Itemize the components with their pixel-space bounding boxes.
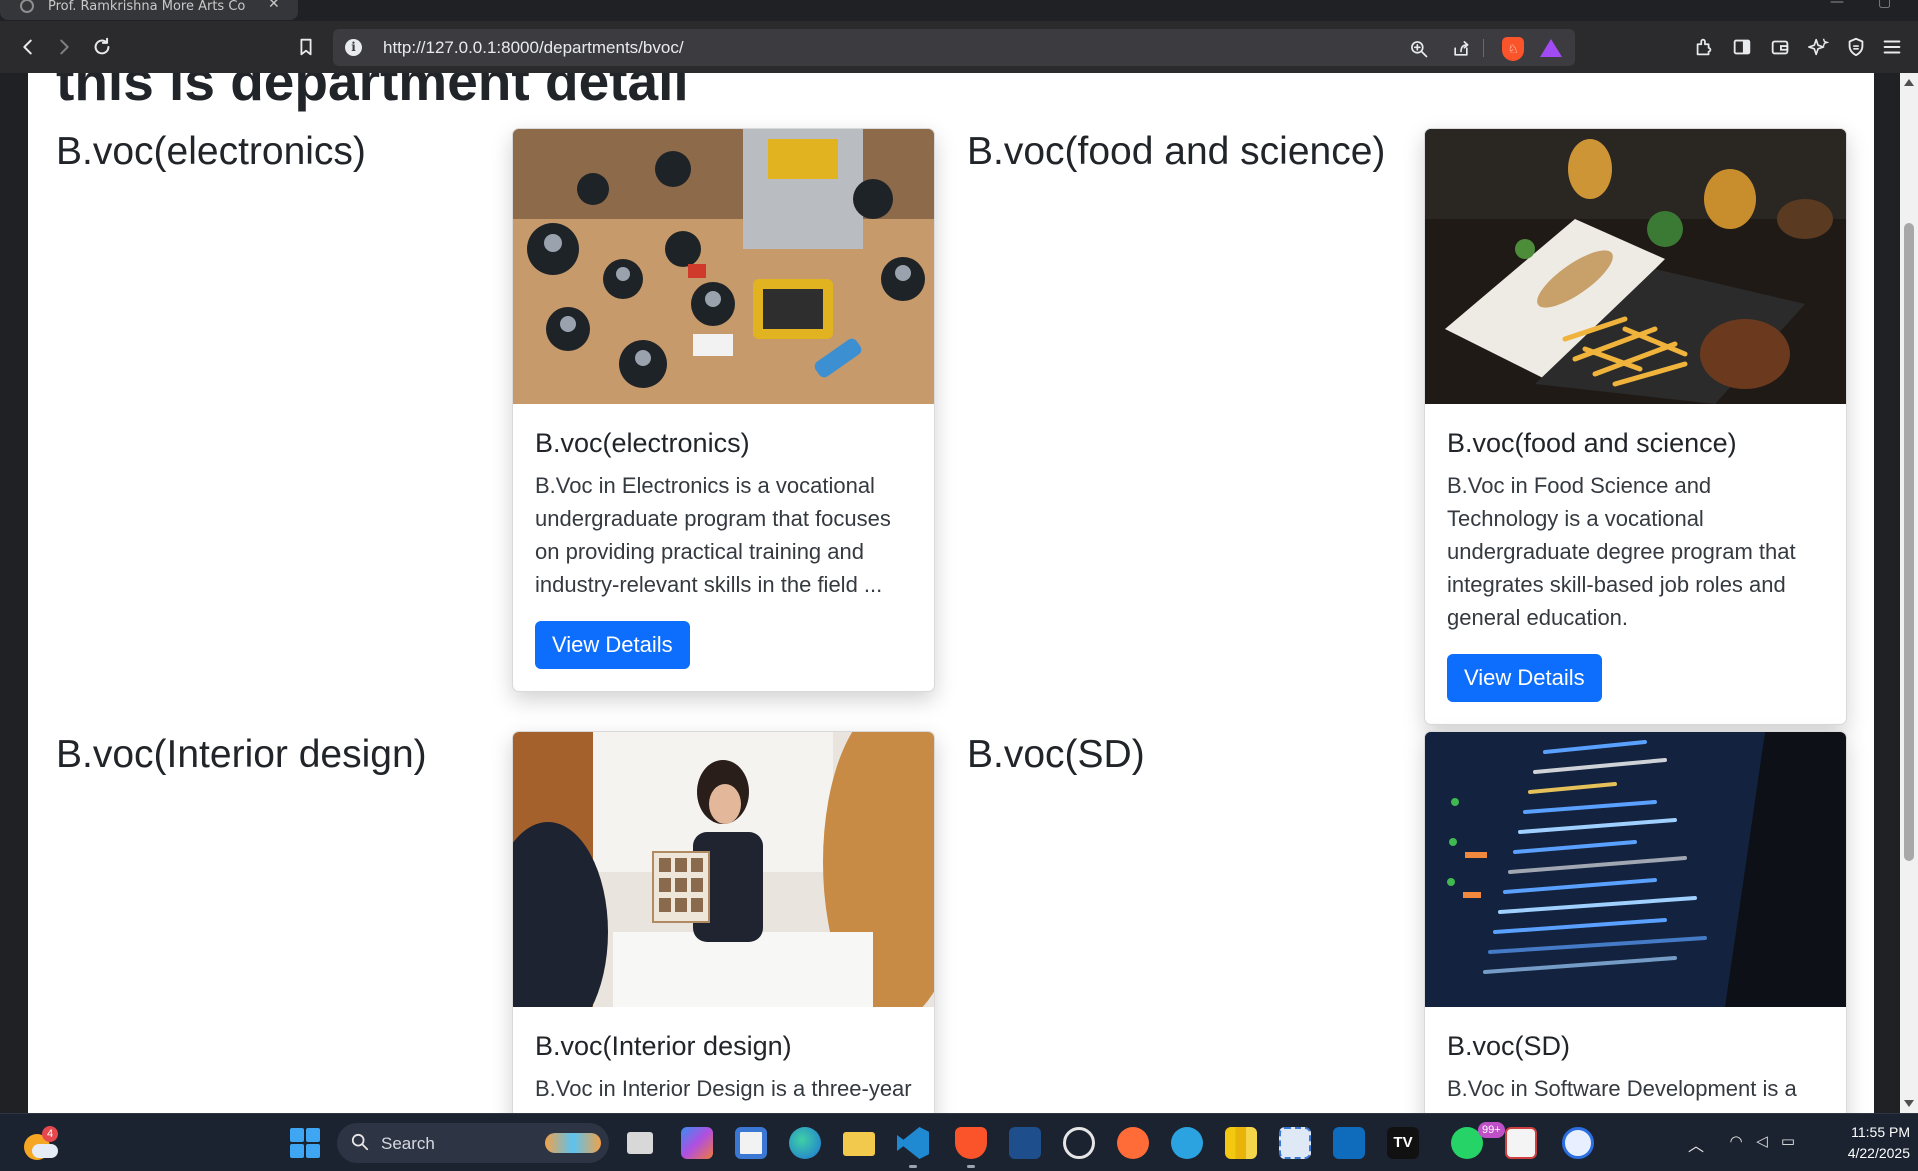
address-bar[interactable]: i http://127.0.0.1:8000/departments/bvoc…	[333, 29, 1575, 66]
minimize-icon[interactable]: —	[1830, 0, 1844, 10]
taskbar-search[interactable]: Search	[337, 1123, 609, 1163]
windows-taskbar: 4 Search TV 99+ ︿ ◠ ◁ ▭ 11:55 PM 4/22/20…	[0, 1113, 1918, 1171]
weather-cloud-icon	[32, 1144, 58, 1158]
brave-icon[interactable]	[955, 1127, 987, 1159]
brave-rewards-icon[interactable]	[1540, 39, 1562, 57]
tab-title: Prof. Ramkrishna More Arts Co	[48, 0, 246, 14]
scroll-down-icon[interactable]	[1904, 1100, 1914, 1107]
forward-icon[interactable]	[50, 33, 78, 61]
weather-widget[interactable]: 4	[24, 1126, 58, 1160]
clock-time: 11:55 PM	[1851, 1124, 1910, 1140]
page-title: this is department detail	[56, 73, 689, 112]
vpn-shield-icon[interactable]	[1842, 33, 1870, 61]
share-icon[interactable]	[1449, 37, 1473, 61]
tradingview-icon[interactable]: TV	[1387, 1127, 1419, 1159]
department-card-sd: B.voc(SD) B.Voc in Software Development …	[1424, 731, 1847, 1113]
microsoft-store-icon[interactable]	[735, 1127, 767, 1159]
volume-icon[interactable]: ◁	[1752, 1132, 1772, 1152]
task-view-icon[interactable]	[627, 1132, 653, 1154]
department-name-electronics: B.voc(electronics)	[56, 130, 366, 173]
zoom-icon[interactable]	[1407, 37, 1431, 61]
page-scrollbar[interactable]	[1900, 73, 1918, 1113]
menu-icon[interactable]	[1878, 33, 1906, 61]
search-highlight-icon	[545, 1133, 601, 1153]
department-card-electronics: B.voc(electronics) B.Voc in Electronics …	[512, 128, 935, 692]
extensions-icon[interactable]	[1690, 33, 1718, 61]
bookmark-icon[interactable]	[292, 33, 320, 61]
app-installer-icon[interactable]	[1505, 1127, 1537, 1159]
sidebar-icon[interactable]	[1728, 33, 1756, 61]
wifi-icon[interactable]: ◠	[1726, 1132, 1746, 1152]
view-details-button[interactable]: View Details	[535, 621, 690, 669]
edge-icon[interactable]	[789, 1127, 821, 1159]
postman-icon[interactable]	[1117, 1127, 1149, 1159]
card-description: B.Voc in Electronics is a vocational und…	[535, 473, 891, 597]
department-name-food-science: B.voc(food and science)	[967, 130, 1386, 173]
department-name-sd: B.voc(SD)	[967, 733, 1145, 776]
card-title: B.voc(electronics)	[535, 428, 750, 458]
tab-close-icon[interactable]: ✕	[268, 0, 280, 12]
scroll-up-icon[interactable]	[1904, 79, 1914, 86]
wallet-icon[interactable]	[1766, 33, 1794, 61]
card-title: B.voc(food and science)	[1447, 428, 1737, 458]
back-icon[interactable]	[14, 33, 42, 61]
vscode-running-indicator	[909, 1165, 917, 1168]
leo-ai-icon[interactable]	[1804, 33, 1832, 61]
start-button[interactable]	[290, 1128, 320, 1158]
reload-icon[interactable]	[88, 33, 116, 61]
scroll-thumb[interactable]	[1904, 223, 1914, 861]
department-card-food-science: B.voc(food and science) B.Voc in Food Sc…	[1424, 128, 1847, 725]
url-text[interactable]: http://127.0.0.1:8000/departments/bvoc/	[383, 38, 684, 58]
file-explorer-icon[interactable]	[843, 1132, 875, 1156]
card-description: B.Voc in Interior Design is a three-year	[535, 1076, 912, 1101]
browser-toolbar: i http://127.0.0.1:8000/departments/bvoc…	[0, 21, 1918, 73]
vscode-icon[interactable]	[897, 1127, 929, 1159]
card-description: B.Voc in Software Development is a	[1447, 1076, 1797, 1101]
outlook-icon[interactable]	[1333, 1127, 1365, 1159]
battery-icon[interactable]: ▭	[1778, 1132, 1798, 1152]
search-label: Search	[381, 1134, 435, 1153]
copilot-icon[interactable]	[681, 1127, 713, 1159]
department-name-interior-design: B.voc(Interior design)	[56, 733, 427, 776]
card-title: B.voc(Interior design)	[535, 1031, 792, 1061]
clock-date: 4/22/2025	[1847, 1145, 1910, 1161]
power-bi-icon[interactable]	[1225, 1127, 1257, 1159]
telegram-icon[interactable]	[1171, 1127, 1203, 1159]
department-card-interior-design: B.voc(Interior design) B.Voc in Interior…	[512, 731, 935, 1113]
notification-badge: 4	[42, 1126, 58, 1142]
whatsapp-badge: 99+	[1478, 1122, 1505, 1138]
brave-running-indicator	[967, 1165, 975, 1168]
page-viewport: this is department detail B.voc(electron…	[0, 73, 1900, 1113]
card-description: B.Voc in Food Science and Technology is …	[1447, 473, 1796, 630]
department-page: this is department detail B.voc(electron…	[28, 73, 1874, 1113]
omnibox-divider	[1483, 39, 1484, 57]
site-info-icon[interactable]: i	[345, 39, 362, 56]
show-hidden-icons-chevron-icon[interactable]: ︿	[1688, 1132, 1704, 1156]
browser-tab[interactable]: Prof. Ramkrishna More Arts Co ✕	[0, 0, 298, 20]
mysql-workbench-icon[interactable]	[1009, 1127, 1041, 1159]
antigravity-icon[interactable]	[1562, 1127, 1594, 1159]
code-on-laptop-photo	[1425, 732, 1846, 1007]
search-icon	[351, 1133, 369, 1151]
electronics-circuit-board-photo	[513, 129, 934, 404]
interior-designer-presentation-photo	[513, 732, 934, 1007]
tab-strip: Prof. Ramkrishna More Arts Co ✕ — ▢	[0, 0, 1918, 21]
view-details-button[interactable]: View Details	[1447, 654, 1602, 702]
system-clock[interactable]: 11:55 PM 4/22/2025	[1810, 1122, 1910, 1164]
tab-favicon-icon	[20, 0, 34, 13]
brave-shields-icon[interactable]: ♘	[1502, 37, 1524, 61]
food-platter-photo	[1425, 129, 1846, 404]
snipping-tool-icon[interactable]	[1279, 1127, 1311, 1159]
maximize-icon[interactable]: ▢	[1878, 0, 1891, 10]
card-title: B.voc(SD)	[1447, 1031, 1571, 1061]
chatgpt-icon[interactable]	[1063, 1127, 1095, 1159]
